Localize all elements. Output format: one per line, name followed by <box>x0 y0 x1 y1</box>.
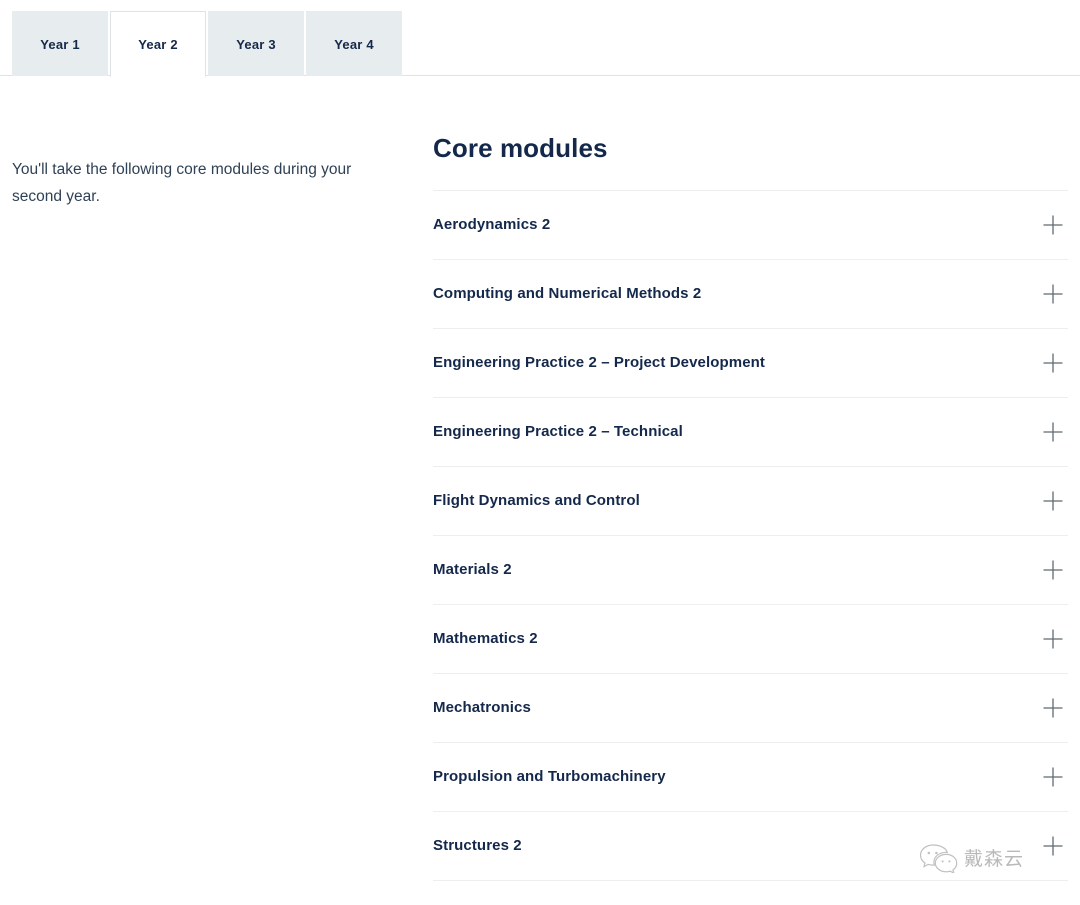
module-title: Aerodynamics 2 <box>433 215 1068 235</box>
plus-icon[interactable] <box>1042 490 1064 512</box>
tab-year-4[interactable]: Year 4 <box>306 11 402 76</box>
tab-label: Year 2 <box>138 37 178 52</box>
module-title: Propulsion and Turbomachinery <box>433 767 1068 787</box>
module-title: Computing and Numerical Methods 2 <box>433 284 1068 304</box>
plus-icon[interactable] <box>1042 214 1064 236</box>
plus-icon[interactable] <box>1042 559 1064 581</box>
plus-icon[interactable] <box>1042 352 1064 374</box>
module-title: Mechatronics <box>433 698 1068 718</box>
module-row[interactable]: Computing and Numerical Methods 2 <box>433 260 1068 329</box>
module-title: Materials 2 <box>433 560 1068 580</box>
module-row[interactable]: Engineering Practice 2 – Project Develop… <box>433 329 1068 398</box>
tab-year-2[interactable]: Year 2 <box>110 11 206 77</box>
module-title: Engineering Practice 2 – Technical <box>433 422 1068 442</box>
module-title: Flight Dynamics and Control <box>433 491 1068 511</box>
module-row[interactable]: Mechatronics <box>433 674 1068 743</box>
tab-label: Year 1 <box>40 37 80 52</box>
module-row[interactable]: Structures 2 <box>433 812 1068 881</box>
tab-label: Year 3 <box>236 37 276 52</box>
module-title: Engineering Practice 2 – Project Develop… <box>433 353 1068 373</box>
module-title: Structures 2 <box>433 836 1068 856</box>
plus-icon[interactable] <box>1042 697 1064 719</box>
core-modules-section: Core modules Aerodynamics 2 Computing and… <box>433 132 1068 881</box>
tab-strip: Year 1 Year 2 Year 3 Year 4 <box>12 11 402 76</box>
year-intro-text: You'll take the following core modules d… <box>12 156 372 210</box>
tab-label: Year 4 <box>334 37 374 52</box>
module-row[interactable]: Aerodynamics 2 <box>433 191 1068 260</box>
tab-year-3[interactable]: Year 3 <box>208 11 304 76</box>
module-title: Mathematics 2 <box>433 629 1068 649</box>
plus-icon[interactable] <box>1042 421 1064 443</box>
core-modules-heading: Core modules <box>433 132 1068 164</box>
module-row[interactable]: Mathematics 2 <box>433 605 1068 674</box>
module-row[interactable]: Engineering Practice 2 – Technical <box>433 398 1068 467</box>
module-row[interactable]: Materials 2 <box>433 536 1068 605</box>
module-row[interactable]: Propulsion and Turbomachinery <box>433 743 1068 812</box>
core-modules-accordion: Aerodynamics 2 Computing and Numerical Me… <box>433 190 1068 881</box>
plus-icon[interactable] <box>1042 283 1064 305</box>
module-row[interactable]: Flight Dynamics and Control <box>433 467 1068 536</box>
plus-icon[interactable] <box>1042 628 1064 650</box>
tab-year-1[interactable]: Year 1 <box>12 11 108 76</box>
plus-icon[interactable] <box>1042 766 1064 788</box>
plus-icon[interactable] <box>1042 835 1064 857</box>
year-tab-bar: Year 1 Year 2 Year 3 Year 4 <box>0 0 1080 76</box>
